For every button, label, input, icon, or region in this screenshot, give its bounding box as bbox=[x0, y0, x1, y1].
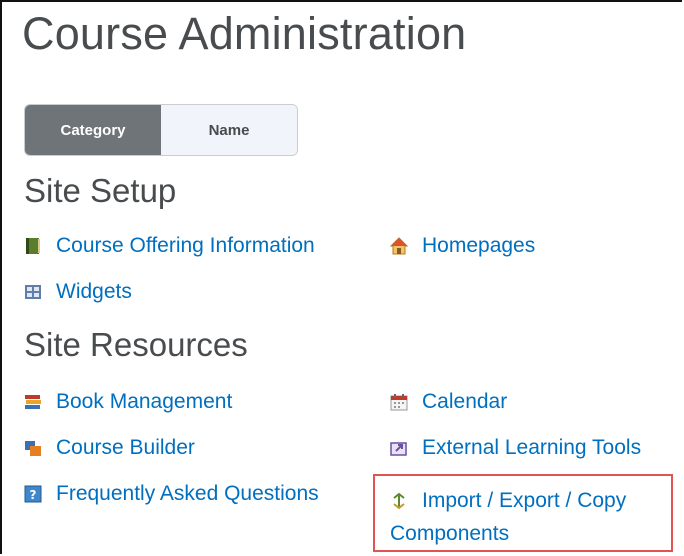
import-export-copy-link[interactable]: Import / Export / Copy Components bbox=[390, 484, 626, 550]
course-builder-icon bbox=[24, 439, 42, 457]
home-icon bbox=[390, 237, 408, 255]
window-frame bbox=[0, 0, 682, 554]
site-setup-heading: Site Setup bbox=[24, 172, 177, 209]
site-resources-heading: Site Resources bbox=[24, 326, 248, 363]
category-toggle-button[interactable]: Category bbox=[25, 105, 161, 155]
course-builder-label: Course Builder bbox=[56, 436, 195, 459]
widgets-label: Widgets bbox=[56, 280, 132, 303]
homepages-label: Homepages bbox=[422, 234, 536, 257]
course-offering-information-label: Course Offering Information bbox=[56, 234, 315, 257]
import-export-icon bbox=[390, 492, 408, 510]
course-offering-information-link[interactable]: Course Offering Information bbox=[24, 234, 315, 258]
book-management-label: Book Management bbox=[56, 390, 233, 413]
course-builder-link[interactable]: Course Builder bbox=[24, 436, 195, 460]
calendar-icon bbox=[390, 393, 408, 411]
book-management-link[interactable]: Book Management bbox=[24, 390, 232, 414]
faq-link[interactable]: ? Frequently Asked Questions bbox=[24, 482, 319, 506]
widgets-icon bbox=[24, 283, 42, 301]
faq-label: Frequently Asked Questions bbox=[56, 482, 319, 505]
name-toggle-button[interactable]: Name bbox=[161, 105, 297, 155]
calendar-link[interactable]: Calendar bbox=[390, 390, 507, 414]
book-icon bbox=[24, 237, 42, 255]
widgets-link[interactable]: Widgets bbox=[24, 280, 132, 304]
external-learning-tools-label: External Learning Tools bbox=[422, 436, 642, 459]
import-export-copy-label-line1: Import / Export / Copy bbox=[422, 489, 627, 512]
external-tools-icon bbox=[390, 439, 408, 457]
homepages-link[interactable]: Homepages bbox=[390, 234, 535, 258]
faq-icon: ? bbox=[24, 485, 42, 503]
svg-text:?: ? bbox=[30, 488, 37, 502]
calendar-label: Calendar bbox=[422, 390, 508, 413]
books-stack-icon bbox=[24, 393, 42, 411]
import-export-copy-label-line2: Components bbox=[390, 522, 510, 545]
view-toggle: Category Name bbox=[24, 104, 298, 156]
page-title: Course Administration bbox=[22, 8, 467, 59]
external-learning-tools-link[interactable]: External Learning Tools bbox=[390, 436, 641, 460]
